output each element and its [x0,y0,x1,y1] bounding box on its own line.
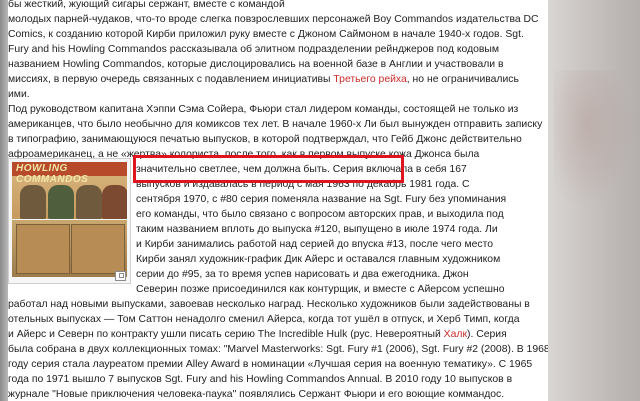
comic-title: HOWLING COMMANDOS [16,163,89,185]
text-segment: , но не ограничивались [406,74,519,85]
text-segment: и Айерс и Северн по контракту ушли писат… [8,329,444,340]
comic-panel [16,224,70,274]
text-line: ими. [8,89,30,100]
comic-figure [102,185,127,219]
text-line: американцев, что было необычно для комик… [8,119,543,130]
text-line: названием Howling Commandos, которые дис… [8,59,504,70]
background-art [554,70,634,210]
article-body: бы жесткий, жующий сигары сержант, вмест… [8,0,548,401]
text-line: Северин позже присоединился как контурщи… [136,284,505,295]
text-line: году серия стала лауреатом премии Alley … [8,359,533,370]
text-line: отельных выпусках — Том Саттон ненадолго… [8,314,520,325]
left-background [0,0,8,401]
text-line: и Кирби занимались работой над серией до… [136,239,493,250]
comic-figure [76,185,102,219]
comic-title-band: HOWLING COMMANDOS [12,162,127,185]
enlarge-icon[interactable] [115,271,126,281]
comic-figure [48,185,74,219]
text-line: Fury and his Howling Commandos рассказыв… [8,44,500,55]
text-line: была собрана в двух коллекционных томах:… [8,344,548,355]
text-line: работал над новыми выпусками, завоевав н… [8,299,530,310]
link-third-reich[interactable]: Третьего рейха [333,74,406,85]
highlight-box [133,155,404,183]
text-line: Кирби занял художник-график Дик Айерс и … [136,254,501,265]
text-line: Comics, к созданию которой Кирби приложи… [8,29,524,40]
comic-panel [71,224,125,274]
comic-figure [20,185,46,219]
comic-thumbnail-howling-commandos[interactable]: HOWLING COMMANDOS [8,158,131,284]
text-line: молодых парней-чудаков, что-то вроде сле… [8,14,539,25]
comic-cover-panel: HOWLING COMMANDOS [12,162,127,219]
comic-interior-panel [12,220,127,277]
text-line: сентября 1970, с #80 серия поменяла назв… [136,194,507,205]
text-line: миссиях, в первую очередь связанных с по… [8,72,519,87]
text-line: таким названием вплоть до выпуска #120, … [136,224,498,235]
link-hulk[interactable]: Халк [444,329,467,340]
text-segment: ). Серия [467,329,507,340]
text-line: бы жесткий, жующий сигары сержант, вмест… [8,0,285,10]
text-line: и Айерс и Северн по контракту ушли писат… [8,327,507,342]
text-line: его команды, что было связано с вопросом… [136,209,504,220]
text-line: Под руководством капитана Хэппи Сэма Сой… [8,104,519,115]
text-line: журнале "Новые приключения человека-паук… [8,389,505,400]
text-line: года по 1971 вышло 7 выпусков Sgt. Fury … [8,374,513,385]
text-segment: миссиях, в первую очередь связанных с по… [8,74,334,85]
right-background [548,0,640,401]
text-line: серии до #95, за то время успев нарисова… [136,269,469,280]
text-line: в типографию, занимающуюся печатью выпус… [8,134,522,145]
thumbnail-image: HOWLING COMMANDOS [12,162,127,277]
